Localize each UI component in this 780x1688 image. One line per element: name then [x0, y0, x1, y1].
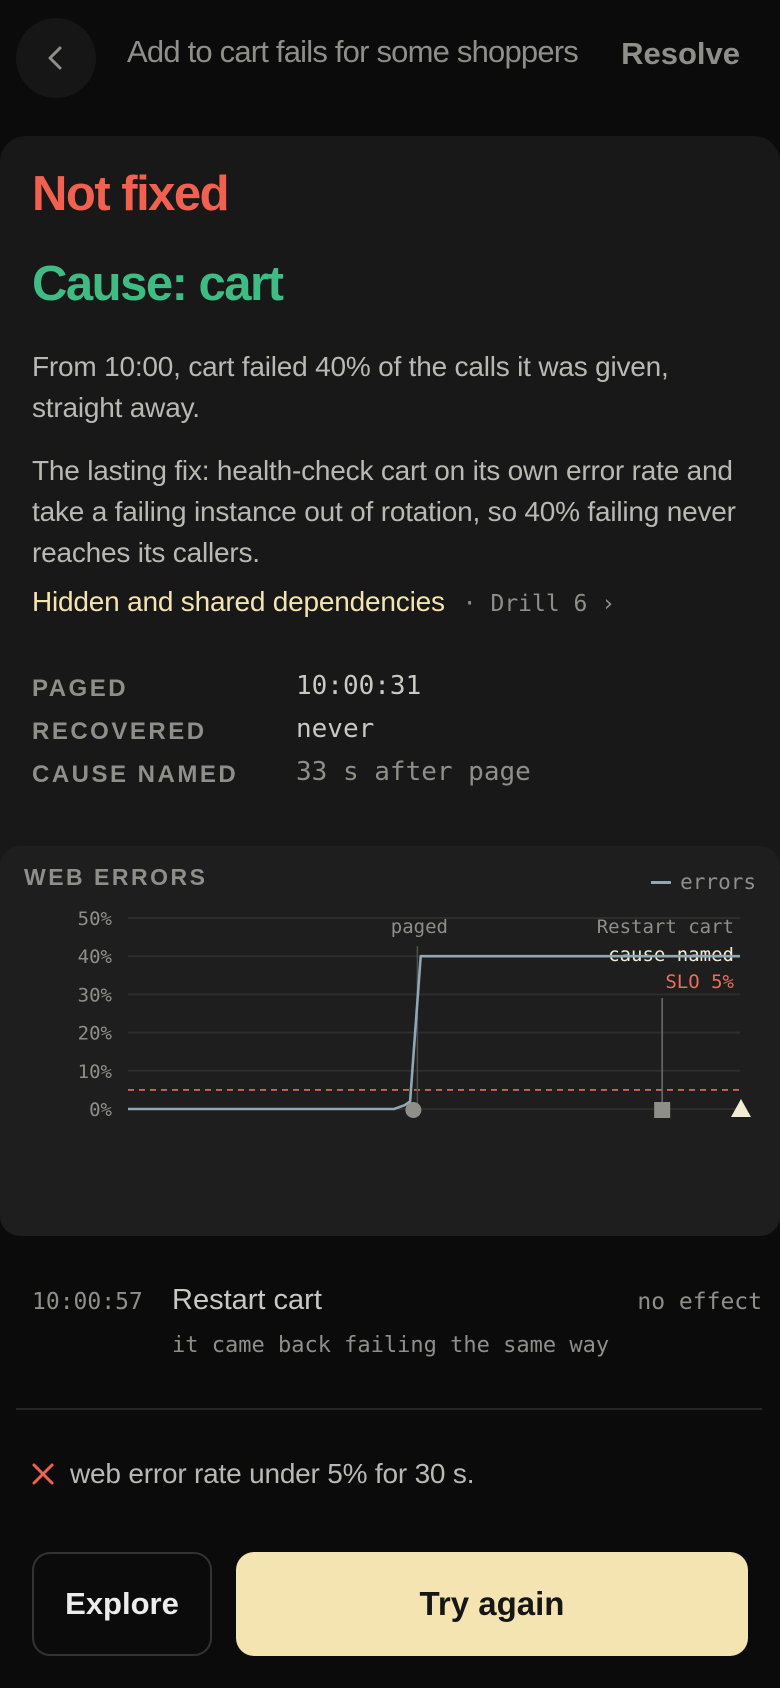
stat-value: never — [296, 714, 375, 744]
fix-text: The lasting fix: health-check cart on it… — [32, 455, 736, 568]
event-label: paged — [391, 916, 448, 938]
event-label: Restart cart — [597, 916, 734, 938]
drill-title: Hidden and shared dependencies — [32, 586, 445, 617]
result-card: Not fixed Cause: cart From 10:00, cart f… — [0, 136, 780, 1236]
slo-label: SLO 5% — [665, 971, 734, 993]
action-result: no effect — [637, 1289, 762, 1315]
requirement-text: web error rate under 5% for 30 s. — [70, 1458, 475, 1489]
chart-plot: 0%10%20%30%40%50% paged Restart cartcause … — [78, 908, 751, 1121]
explore-button[interactable]: Explore — [32, 1552, 212, 1656]
y-tick-label: 10% — [78, 1061, 113, 1083]
page-title: Add to cart fails for some shoppers — [127, 34, 579, 69]
stat-label: PAGED — [32, 675, 129, 702]
stat-label: CAUSE NAMED — [32, 761, 239, 788]
action-time: 10:00:57 — [32, 1289, 143, 1315]
event-marker-square — [654, 1102, 671, 1118]
back-button[interactable] — [16, 18, 96, 98]
y-tick-label: 50% — [78, 908, 113, 930]
stat-label: RECOVERED — [32, 718, 207, 745]
cause-heading: Cause: cart — [32, 257, 284, 311]
x-icon — [32, 1463, 54, 1485]
y-tick-label: 0% — [89, 1099, 112, 1121]
stat-value: 33 s after page — [296, 757, 531, 787]
status-heading: Not fixed — [32, 167, 230, 221]
action-name: Restart cart — [172, 1284, 322, 1316]
header: Add to cart fails for some shoppers Reso… — [0, 0, 780, 112]
y-tick-label: 30% — [78, 984, 113, 1006]
try-again-button[interactable]: Try again — [236, 1552, 748, 1656]
drill-meta: · Drill 6 › — [462, 591, 616, 617]
y-tick-label: 40% — [78, 946, 113, 968]
resolve-button[interactable]: Resolve — [621, 36, 740, 72]
action-item: 10:00:57 Restart cart no effect it came … — [16, 1262, 762, 1410]
requirement: web error rate under 5% for 30 s. — [30, 1458, 474, 1490]
chevron-left-icon — [48, 46, 62, 70]
summary-text: From 10:00, cart failed 40% of the calls… — [32, 351, 669, 423]
web-errors-chart: WEB ERRORS errors 0% 10% 20% 30% 40% 50% paged… — [0, 846, 780, 1236]
stat-value: 10:00:31 — [296, 671, 422, 701]
drill-link[interactable]: Hidden and shared dependencies · Drill 6… — [32, 586, 615, 618]
action-detail: it came back failing the same way — [172, 1333, 610, 1358]
y-tick-label: 20% — [78, 1023, 113, 1045]
